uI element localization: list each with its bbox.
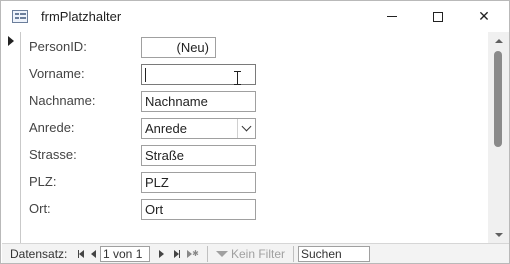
strasse-field[interactable]: Straße [141, 145, 256, 166]
next-record-button[interactable] [154, 246, 168, 261]
anrede-combobox[interactable]: Anrede [141, 118, 256, 139]
form-icon [12, 10, 28, 23]
form-window: frmPlatzhalter ✕ PersonID: (Neu) Vorname… [0, 0, 510, 264]
filter-funnel-icon [216, 251, 228, 257]
close-button[interactable]: ✕ [461, 1, 507, 32]
first-record-icon [78, 249, 84, 258]
current-record-input[interactable]: 1 von 1 [100, 246, 150, 262]
record-selector[interactable] [2, 32, 21, 243]
last-record-icon [174, 249, 180, 258]
text-ibeam-icon [234, 71, 241, 85]
ort-field[interactable]: Ort [141, 199, 256, 220]
scroll-down-button[interactable] [488, 226, 509, 243]
record-nav-label: Datensatz: [10, 247, 68, 261]
filter-label: Kein Filter [231, 247, 286, 261]
vorname-label: Vorname: [29, 66, 85, 81]
ort-label: Ort: [29, 201, 51, 216]
maximize-icon [433, 11, 443, 22]
minimize-icon [387, 16, 397, 17]
strasse-label: Strasse: [29, 147, 77, 162]
title-bar[interactable]: frmPlatzhalter ✕ [1, 1, 509, 32]
nav-separator-2 [293, 246, 294, 262]
plz-label: PLZ: [29, 174, 57, 189]
maximize-button[interactable] [415, 1, 461, 32]
arrow-up-icon [494, 38, 503, 43]
scroll-up-button[interactable] [488, 32, 509, 49]
personid-field[interactable]: (Neu) [141, 37, 216, 58]
window-title: frmPlatzhalter [41, 9, 122, 24]
next-record-icon [158, 249, 164, 258]
plz-field[interactable]: PLZ [141, 172, 256, 193]
new-record-button[interactable]: ✱ [186, 246, 200, 261]
personid-label: PersonID: [29, 39, 87, 54]
nav-separator [207, 246, 208, 262]
arrow-down-icon [494, 232, 503, 237]
last-record-button[interactable] [170, 246, 184, 261]
anrede-value: Anrede [145, 121, 187, 136]
filter-toggle[interactable]: Kein Filter [216, 247, 285, 261]
form-detail-section: PersonID: (Neu) Vorname: Nachname: Nachn… [21, 32, 488, 243]
vertical-scrollbar[interactable] [488, 32, 509, 243]
record-navigation-bar: Datensatz: 1 von 1 ✱ Kein Filter Suchen [2, 243, 509, 263]
chevron-down-icon [241, 121, 252, 132]
text-caret [145, 68, 146, 82]
new-record-icon: ✱ [187, 249, 199, 258]
minimize-button[interactable] [369, 1, 415, 32]
scroll-thumb[interactable] [494, 51, 502, 147]
previous-record-icon [90, 249, 96, 258]
close-icon: ✕ [478, 8, 490, 24]
search-input[interactable]: Suchen [298, 246, 370, 262]
nachname-field[interactable]: Nachname [141, 91, 256, 112]
nachname-label: Nachname: [29, 93, 96, 108]
anrede-label: Anrede: [29, 120, 75, 135]
anrede-dropdown-button[interactable] [237, 119, 255, 138]
current-record-arrow-icon [8, 36, 14, 46]
previous-record-button[interactable] [86, 246, 100, 261]
